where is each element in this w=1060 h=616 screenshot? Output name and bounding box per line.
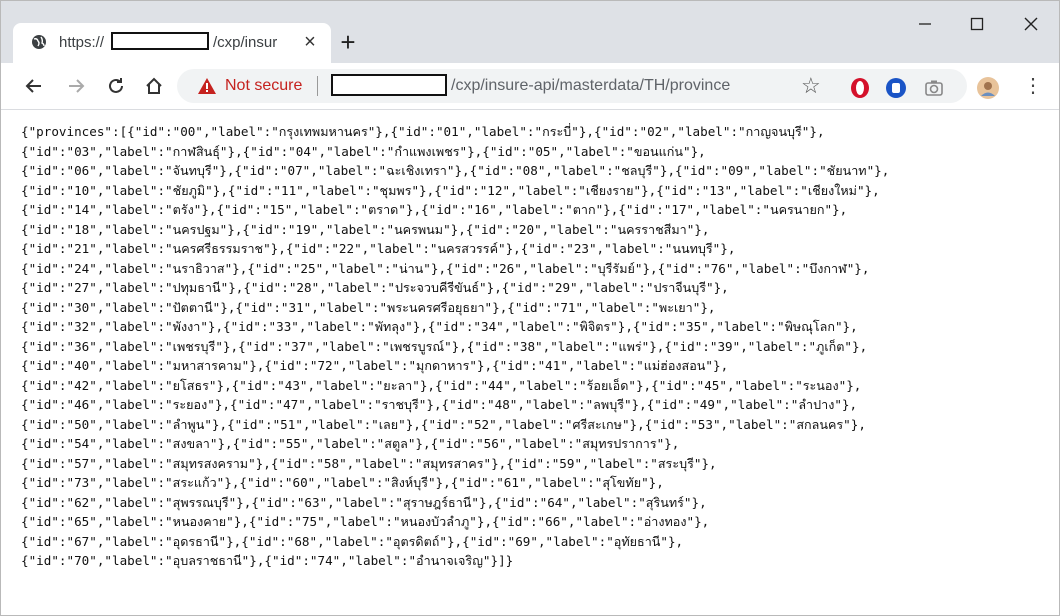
globe-icon	[32, 35, 46, 49]
json-line: {"id":"40","label":"มหาสารคาม"},{"id":"7…	[21, 358, 729, 373]
json-line: {"id":"24","label":"นราธิวาส"},{"id":"25…	[21, 260, 870, 276]
json-line: {"id":"21","label":"นครศรีธรรมราช"},{"id…	[21, 241, 736, 256]
maximize-button[interactable]	[957, 11, 997, 41]
maximize-icon	[970, 17, 984, 31]
json-line: {"provinces":[{"id":"00","label":"กรุงเท…	[21, 124, 825, 139]
arrow-left-icon	[25, 79, 41, 93]
arrow-right-icon	[69, 79, 85, 93]
json-line: {"id":"42","label":"ยโสธร"},{"id":"43","…	[21, 377, 862, 393]
json-line: {"id":"62","label":"สุพรรณบุรี"},{"id":"…	[21, 494, 707, 510]
browser-toolbar: Not secure /cxp/insure-api/masterdata/TH…	[1, 63, 1059, 110]
json-line: {"id":"18","label":"นครปฐม"},{"id":"19",…	[21, 221, 710, 237]
json-line: {"id":"27","label":"ปทุมธานี"},{"id":"28…	[21, 280, 729, 295]
back-button[interactable]	[21, 73, 47, 99]
json-line: {"id":"46","label":"ระยอง"},{"id":"47","…	[21, 397, 858, 412]
json-line: {"id":"32","label":"พังงา"},{"id":"33","…	[21, 319, 858, 334]
json-line: {"id":"73","label":"สระแก้ว"},{"id":"60"…	[21, 475, 664, 490]
reload-button[interactable]	[103, 73, 129, 99]
json-line: {"id":"36","label":"เพชรบุรี"},{"id":"37…	[21, 338, 868, 354]
json-line: {"id":"06","label":"จันทบุรี"},{"id":"07…	[21, 163, 890, 178]
minimize-button[interactable]	[905, 11, 945, 41]
close-window-button[interactable]	[1011, 11, 1051, 41]
json-line: {"id":"70","label":"อุบลราชธานี"},{"id":…	[21, 553, 514, 568]
opera-extension-icon[interactable]	[849, 77, 871, 99]
json-line: {"id":"65","label":"หนองคาย"},{"id":"75"…	[21, 514, 710, 529]
json-line: {"id":"54","label":"สงขลา"},{"id":"55","…	[21, 436, 680, 451]
avatar[interactable]	[977, 77, 999, 99]
browser-tab[interactable]: https:// /cxp/insur ×	[13, 23, 331, 63]
json-line: {"id":"50","label":"ลำพูน"},{"id":"51","…	[21, 416, 866, 432]
json-line: {"id":"30","label":"ปัตตานี"},{"id":"31"…	[21, 299, 716, 315]
minimize-icon	[919, 23, 931, 25]
json-line: {"id":"10","label":"ชัยภูมิ"},{"id":"11"…	[21, 182, 880, 198]
tab-title-suffix: /cxp/insur	[213, 34, 278, 51]
close-icon	[1024, 17, 1038, 31]
not-secure-label[interactable]: Not secure	[225, 77, 302, 95]
url-redaction-box	[331, 74, 447, 96]
tab-redaction-box	[111, 32, 209, 50]
json-line: {"id":"03","label":"กาฬสินธุ์"},{"id":"0…	[21, 143, 706, 159]
separator	[317, 76, 318, 96]
browser-menu-icon[interactable]: ⋮	[1023, 75, 1043, 99]
blue-extension-icon[interactable]	[885, 77, 907, 99]
new-tab-button[interactable]: +	[335, 29, 361, 55]
browser-window: https:// /cxp/insur × + Not secure /cxp/…	[0, 0, 1060, 616]
forward-button[interactable]	[63, 73, 89, 99]
json-line: {"id":"57","label":"สมุทรสงคราม"},{"id":…	[21, 455, 717, 471]
tab-close-button[interactable]: ×	[299, 31, 321, 53]
json-response-text: {"provinces":[{"id":"00","label":"กรุงเท…	[21, 122, 1051, 571]
home-icon	[146, 77, 162, 94]
bookmark-star-icon[interactable]: ☆	[801, 73, 821, 99]
page-content: {"provinces":[{"id":"00","label":"กรุงเท…	[1, 110, 1059, 615]
home-button[interactable]	[141, 73, 167, 99]
json-line: {"id":"67","label":"อุดรธานี"},{"id":"68…	[21, 533, 684, 549]
warning-icon	[198, 78, 216, 94]
camera-icon[interactable]	[923, 77, 945, 99]
json-line: {"id":"14","label":"ตรัง"},{"id":"15","l…	[21, 202, 848, 217]
url-path[interactable]: /cxp/insure-api/masterdata/TH/province	[451, 77, 730, 95]
tab-title-prefix: https://	[59, 34, 105, 51]
tab-strip: https:// /cxp/insur × +	[1, 1, 1059, 63]
reload-icon	[109, 78, 123, 93]
